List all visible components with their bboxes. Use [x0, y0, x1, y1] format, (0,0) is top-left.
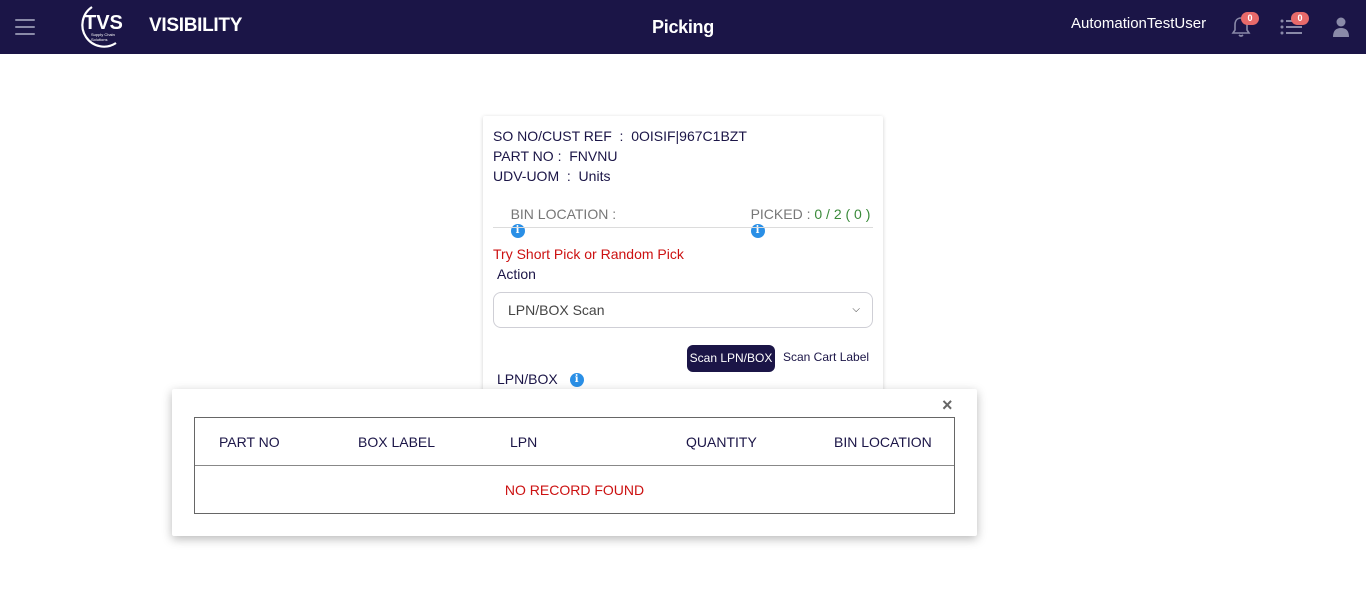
part-no: PART NO : FNVNU [493, 148, 618, 164]
bin-location-label: BIN LOCATION : [510, 206, 617, 222]
divider [493, 227, 873, 228]
column-header-quantity: QUANTITY [686, 434, 757, 450]
picked-value: 0 / 2 ( 0 ) [814, 206, 871, 222]
hamburger-menu-icon[interactable] [15, 19, 35, 35]
action-label: Action [497, 266, 536, 282]
picked-row: PICKED : 0 / 2 ( 0 ) i [735, 190, 870, 254]
records-table: PART NO BOX LABEL LPN QUANTITY BIN LOCAT… [194, 417, 955, 514]
picking-card: SO NO/CUST REF : 0OISIF|967C1BZT PART NO… [483, 116, 883, 406]
chevron-down-icon: ⌵ [852, 304, 860, 315]
user-profile-icon[interactable] [1333, 17, 1349, 37]
so-cust-ref: SO NO/CUST REF : 0OISIF|967C1BZT [493, 128, 747, 144]
column-header-part-no: PART NO [219, 434, 280, 450]
action-select[interactable]: LPN/BOX Scan ⌵ [493, 292, 873, 328]
company-logo[interactable]: TVS Supply Chain Solutions [72, 3, 128, 51]
lpn-info-icon[interactable]: i [569, 373, 584, 388]
picked-label: PICKED : [750, 206, 815, 222]
column-header-bin-location: BIN LOCATION [834, 434, 932, 450]
notification-count-badge: 0 [1241, 12, 1259, 25]
task-count-badge: 0 [1291, 12, 1309, 25]
lpn-box-row: LPN/BOX i [497, 371, 584, 388]
udv-uom: UDV-UOM : Units [493, 168, 611, 184]
page-title: Picking [652, 17, 714, 37]
svg-text:Solutions: Solutions [91, 37, 107, 42]
table-header: PART NO BOX LABEL LPN QUANTITY BIN LOCAT… [195, 418, 954, 466]
scan-lpn-box-button[interactable]: Scan LPN/BOX [687, 345, 775, 372]
column-header-lpn: LPN [510, 434, 538, 450]
lpn-box-label: LPN/BOX [497, 371, 558, 387]
brand-name: VISIBILITY [149, 15, 243, 36]
error-message: Try Short Pick or Random Pick [493, 246, 684, 262]
top-navbar: TVS Supply Chain Solutions VISIBILITY Pi… [0, 0, 1366, 54]
svg-text:TVS: TVS [84, 12, 123, 34]
scan-cart-label-button[interactable]: Scan Cart Label [783, 350, 869, 364]
close-icon[interactable]: × [942, 395, 953, 416]
records-modal: × PART NO BOX LABEL LPN QUANTITY BIN LOC… [172, 389, 977, 536]
column-header-box-label: BOX LABEL [358, 434, 436, 450]
user-name[interactable]: AutomationTestUser [1071, 15, 1206, 32]
action-selected-value: LPN/BOX Scan [508, 302, 605, 318]
bin-location-row: BIN LOCATION : i [495, 190, 616, 254]
no-record-message: NO RECORD FOUND [504, 482, 645, 498]
